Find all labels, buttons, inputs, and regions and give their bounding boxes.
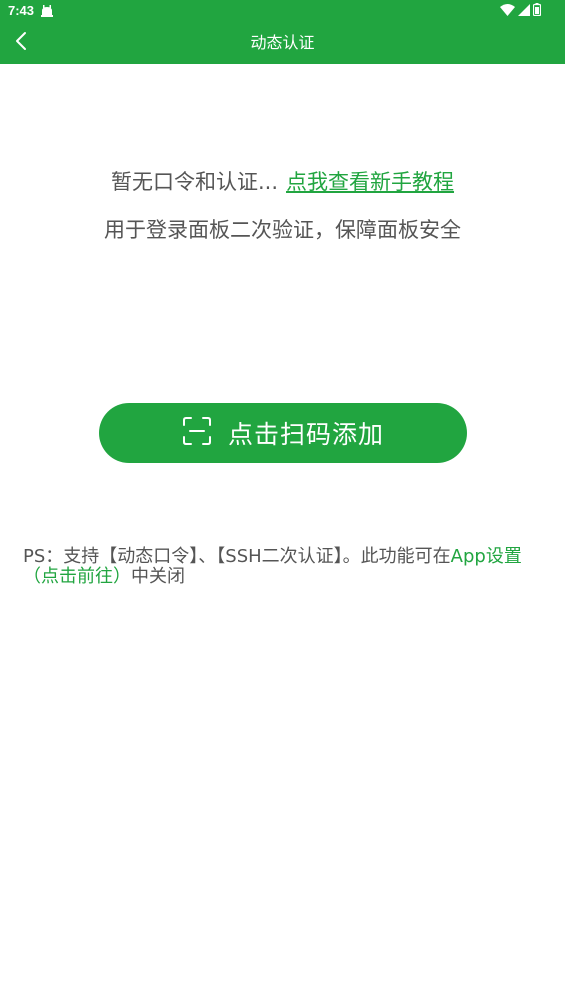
notification-icon <box>40 4 54 18</box>
scan-add-label: 点击扫码添加 <box>227 420 384 449</box>
scan-add-button[interactable]: 点击扫码添加 <box>99 403 467 463</box>
wifi-icon <box>500 3 515 19</box>
battery-icon <box>532 3 542 19</box>
empty-state-description: 用于登录面板二次验证，保障面板安全 <box>104 218 461 242</box>
note-text: PS：支持【动态口令】、【SSH二次认证】。此功能可在 <box>23 546 451 567</box>
app-bar: 动态认证 <box>0 22 565 64</box>
empty-state-message: 暂无口令和认证... <box>110 170 279 194</box>
scan-icon <box>182 416 212 450</box>
status-icons <box>500 3 542 19</box>
empty-state-message-row: 暂无口令和认证... 点我查看新手教程 <box>0 166 565 196</box>
status-bar: 7:43 <box>0 0 565 22</box>
status-time: 7:43 <box>8 3 35 18</box>
note-suffix: 中关闭 <box>131 566 185 587</box>
signal-icon <box>518 3 530 19</box>
tutorial-link[interactable]: 点我查看新手教程 <box>286 170 454 194</box>
page-title: 动态认证 <box>250 33 315 52</box>
feature-note: PS：支持【动态口令】、【SSH二次认证】。此功能可在App设置（点击前往）中关… <box>23 547 553 587</box>
